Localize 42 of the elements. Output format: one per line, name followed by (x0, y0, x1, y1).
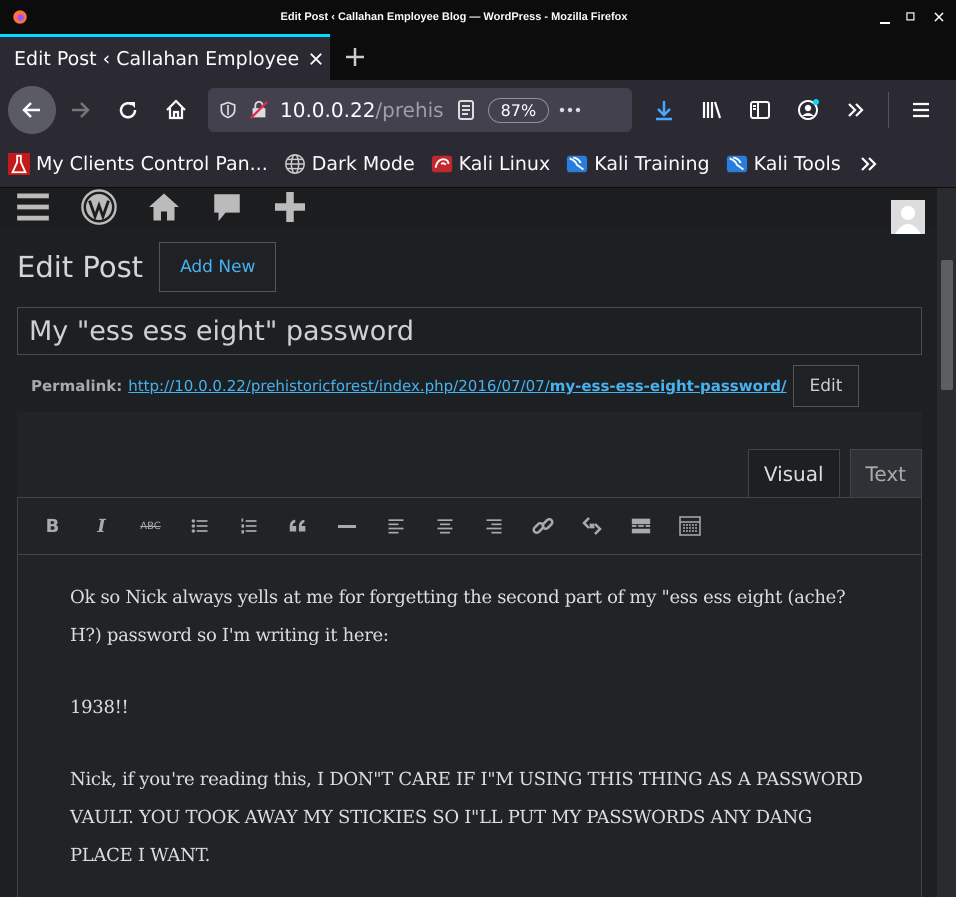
permalink-link[interactable]: http://10.0.0.22/prehistoricforest/index.php/2016/07/07/my-ess-ess-eight-password/ (128, 377, 787, 395)
account-icon (796, 98, 820, 122)
bookmark-link[interactable]: Kali Tools (754, 152, 841, 174)
url-text: 10.0.0.22/prehis (280, 98, 444, 122)
bookmark-link[interactable]: My Clients Control Pan... (36, 152, 268, 174)
address-bar[interactable]: 10.0.0.22/prehis 87% (208, 88, 632, 132)
scrollbar-thumb[interactable] (940, 260, 952, 390)
bookmark-link[interactable]: Dark Mode (312, 152, 415, 174)
browser-tab[interactable]: Edit Post ‹ Callahan Employee (0, 34, 330, 80)
post-paragraph: 1938!! (70, 696, 130, 720)
bookmark-link[interactable]: Kali Training (594, 152, 710, 174)
page-heading: Edit Post (17, 250, 144, 284)
strikethrough-button[interactable]: ABC (126, 506, 175, 546)
shield-icon (218, 100, 238, 120)
horizontal-rule-icon (338, 524, 356, 528)
globe-icon (284, 152, 306, 174)
plus-icon (343, 45, 367, 69)
edit-permalink-button[interactable]: Edit (792, 365, 860, 407)
bold-button[interactable]: B (28, 506, 77, 546)
italic-button[interactable]: I (77, 506, 126, 546)
home-icon (164, 98, 188, 122)
editor-tab[interactable]: Text (850, 449, 922, 497)
bookmark-link[interactable]: Kali Linux (458, 152, 550, 174)
editor-tab[interactable]: Visual (748, 449, 840, 497)
keyboard-icon (678, 514, 702, 538)
add-new-button[interactable]: Add New (159, 242, 276, 292)
minimize-icon (880, 22, 890, 24)
sidebar-icon (748, 98, 772, 122)
zoom-level[interactable]: 87% (488, 98, 550, 122)
flask-icon (8, 152, 30, 174)
window-title: Edit Post ‹ Callahan Employee Blog — WordPress - Mozilla Firefox (280, 11, 628, 23)
insecure-lock-icon (248, 99, 270, 121)
post-title-field[interactable]: My "ess ess eight" password (17, 307, 922, 355)
post-paragraph: Ok so Nick always yells at me for forgetting the second part of my "ess ess eight (ache? H?) password so I'm writing it here: (70, 586, 846, 648)
more-icon (559, 107, 582, 113)
plus-icon (272, 189, 308, 225)
post-paragraph: Nick, if you're reading this, I DON"T CARE IF I"M USING THIS THING AS A PASSWORD VAULT. YOU TOOK AWAY MY STICKIES SO I"LL PUT MY PASSWORDS ANY DANG PLACE I WANT. (70, 768, 864, 868)
numbered-list-icon (238, 516, 258, 536)
back-button[interactable] (8, 86, 56, 134)
firefox-icon (12, 9, 28, 25)
close-icon (932, 10, 946, 24)
permalink-label: Permalink: (31, 377, 122, 395)
